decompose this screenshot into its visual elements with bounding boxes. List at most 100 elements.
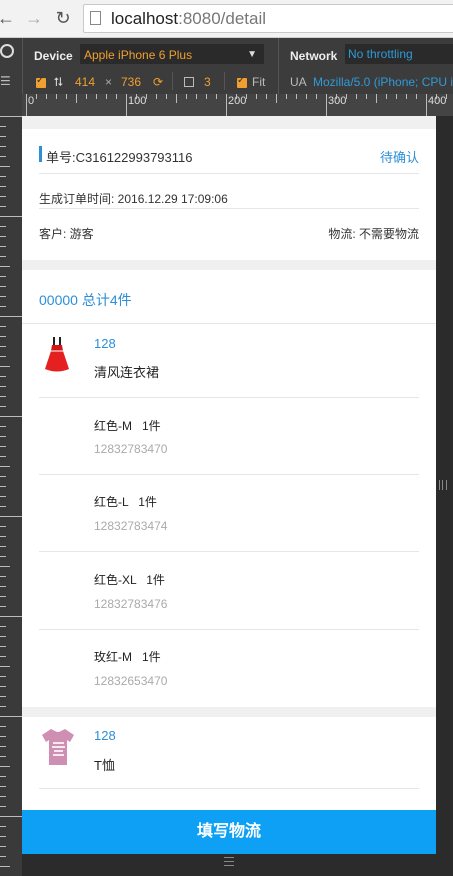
ruler-tick: [0, 566, 10, 567]
order-number-marker: [39, 146, 42, 162]
device-select[interactable]: Apple iPhone 6 Plus ▼: [80, 44, 264, 64]
ruler-tick: [0, 546, 6, 547]
list-icon[interactable]: ☰: [0, 74, 11, 88]
vertical-ruler: [0, 116, 22, 876]
ruler-tick: [0, 166, 10, 167]
page-icon: [90, 11, 101, 25]
ruler-tick: [426, 94, 427, 116]
ruler-tick: [0, 766, 10, 767]
device-value: Apple iPhone 6 Plus: [84, 48, 193, 62]
ruler-tick: [0, 416, 22, 417]
ruler-tick: [416, 94, 417, 99]
ruler-tick: [206, 94, 207, 99]
divider: [22, 323, 436, 324]
swap-icon[interactable]: ⮁: [53, 75, 63, 90]
resolution-checkbox[interactable]: [36, 75, 46, 88]
product-name: 清风连衣裙: [94, 365, 160, 380]
ruler-tick: [266, 94, 267, 99]
ruler-tick: [376, 94, 377, 103]
times-sign: ×: [105, 75, 113, 89]
ruler-tick: [26, 94, 27, 116]
ruler-tick: [126, 94, 127, 116]
product-price: 128: [94, 728, 116, 743]
divider: [39, 474, 419, 475]
device-width[interactable]: 414: [75, 75, 95, 89]
device-label: Device: [34, 49, 73, 63]
ruler-tick: [0, 626, 6, 627]
variant-code: 12832783474: [94, 519, 168, 533]
ruler-tick: [0, 226, 6, 227]
product-name: T恤: [94, 758, 115, 773]
variant-spec: 红色-L 1件: [94, 495, 157, 509]
ruler-tick: [0, 606, 6, 607]
divider: [39, 208, 419, 209]
network-value: No throttling: [348, 47, 413, 61]
ruler-tick: [96, 94, 97, 99]
ruler-tick: [0, 706, 6, 707]
ruler-tick: [106, 94, 107, 99]
ruler-tick: [0, 276, 6, 277]
ruler-tick: [0, 336, 6, 337]
product-list-section: 00000 总计4件 128 清风连衣裙 红色-M 1件 12832783470…: [22, 270, 436, 707]
ua-label: UA: [290, 75, 307, 89]
ruler-tick: [0, 666, 10, 667]
ruler-tick: [356, 94, 357, 99]
block-icon[interactable]: [0, 44, 14, 58]
address-bar[interactable]: localhost:8080/detail: [83, 4, 453, 33]
ruler-tick: [0, 406, 6, 407]
divider: [39, 397, 419, 398]
red-dress-icon: [45, 337, 69, 372]
ruler-tick: [0, 446, 6, 447]
device-height[interactable]: 736: [121, 75, 141, 89]
ruler-tick: [216, 94, 217, 99]
order-info-card: 单号:C316122993793116 待确认 生成订单时间: 2016.12.…: [22, 116, 436, 260]
scale-icon: [184, 77, 194, 87]
ruler-tick: [0, 806, 6, 807]
forward-icon[interactable]: →: [24, 8, 44, 28]
reload-icon[interactable]: ↻: [53, 8, 73, 28]
resize-handle-icon[interactable]: [439, 480, 447, 490]
ruler-tick: [0, 426, 6, 427]
ruler-tick: [0, 136, 6, 137]
ruler-tick: [0, 256, 6, 257]
back-icon[interactable]: ←: [0, 8, 16, 28]
fill-logistics-button[interactable]: 填写物流: [22, 810, 436, 854]
ruler-tick: [0, 836, 6, 837]
ruler-tick: [186, 94, 187, 99]
ruler-tick: [0, 216, 22, 217]
divider: [39, 788, 419, 789]
url-host: localhost: [111, 9, 179, 28]
ruler-tick: [0, 726, 6, 727]
ruler-label: 100: [128, 95, 147, 107]
ruler-tick: [56, 94, 57, 99]
chevron-down-icon: ▼: [247, 49, 257, 60]
card-top-gap: [22, 116, 436, 129]
ua-value[interactable]: Mozilla/5.0 (iPhone; CPU iP: [313, 75, 453, 89]
ruler-tick: [396, 94, 397, 99]
fit-label: Fit: [252, 75, 266, 89]
url-path: :8080/detail: [178, 9, 267, 28]
rotate-icon[interactable]: ⟳: [153, 75, 163, 89]
fit-checkbox[interactable]: [237, 75, 247, 88]
device-scale[interactable]: 3: [204, 75, 211, 89]
ruler-tick: [0, 486, 6, 487]
ruler-tick: [0, 376, 6, 377]
ruler-tick: [0, 636, 6, 637]
ruler-tick: [0, 236, 6, 237]
ruler-tick: [0, 686, 6, 687]
bottom-resize-handle-icon[interactable]: [224, 857, 234, 866]
product-item[interactable]: 128 T恤: [22, 717, 436, 810]
ruler-tick: [0, 196, 6, 197]
ruler-tick: [86, 94, 87, 99]
url-text[interactable]: localhost:8080/detail: [111, 9, 266, 29]
ruler-tick: [0, 776, 6, 777]
right-resize-gutter: [436, 116, 453, 876]
ruler-tick: [0, 696, 6, 697]
ruler-tick: [406, 94, 407, 99]
ruler-tick: [0, 306, 6, 307]
variant-code: 12832783470: [94, 442, 168, 456]
ruler-tick: [0, 436, 6, 437]
network-select[interactable]: No throttling: [345, 44, 453, 64]
ruler-tick: [0, 156, 6, 157]
ruler-tick: [176, 94, 177, 103]
